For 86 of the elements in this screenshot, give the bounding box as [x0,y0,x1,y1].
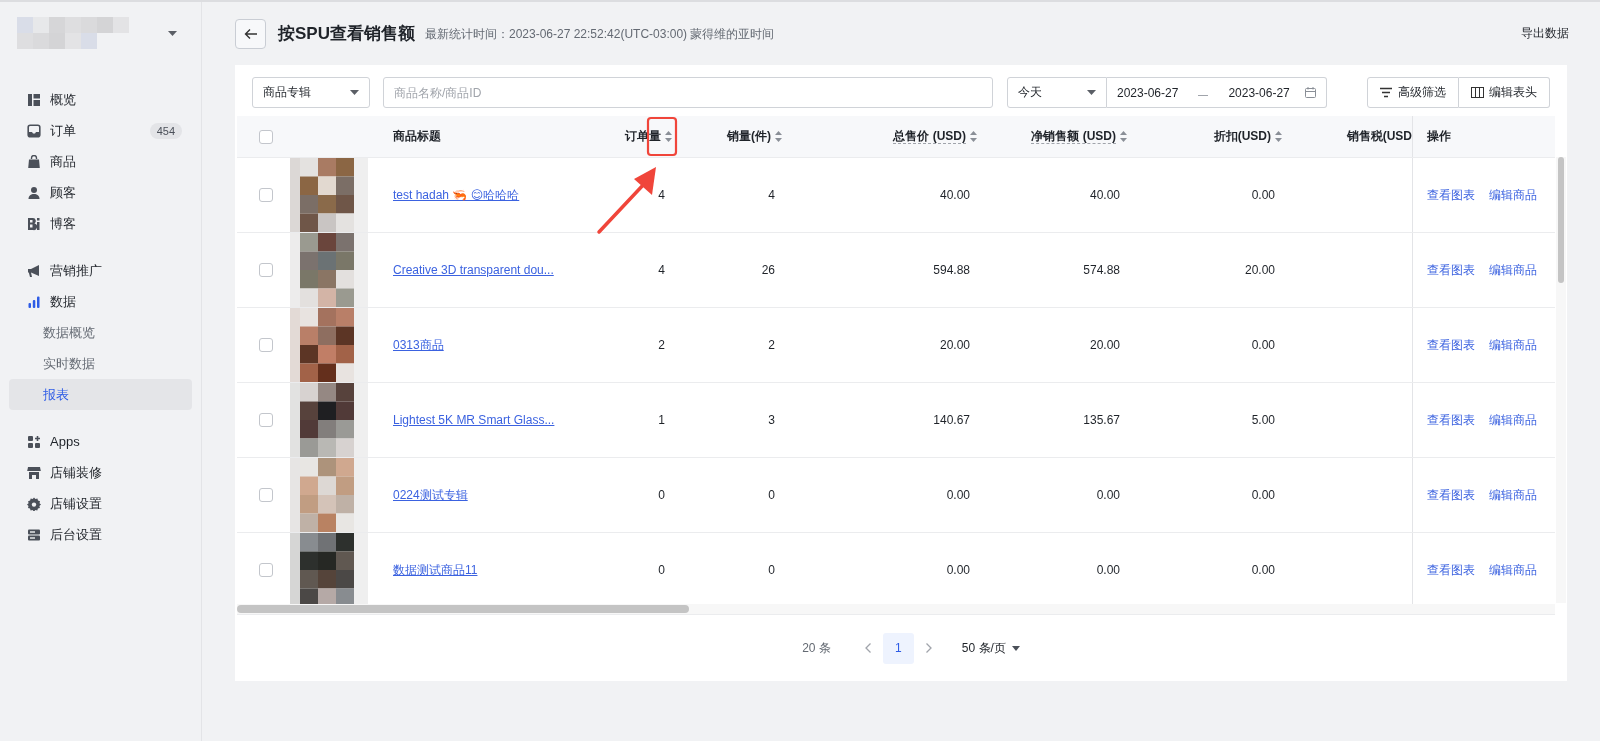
table-cell: 574.88 [1083,263,1120,277]
edit-product-link[interactable]: 编辑商品 [1489,186,1537,204]
table-cell: 140.67 [933,413,970,427]
edit-product-link[interactable]: 编辑商品 [1489,336,1537,354]
column-header: 操作 [1427,128,1451,145]
product-link[interactable]: 0313商品 [393,336,444,354]
period-select[interactable]: 今天 [1007,77,1107,108]
sidebar-item[interactable]: 博客 [9,208,192,239]
product-link[interactable]: 0224测试专辑 [393,486,468,504]
page-button[interactable]: 1 [882,632,914,664]
column-header: 销量(件) [727,128,771,145]
table-cell: 0 [768,488,775,502]
column-header: 折扣(USD) [1213,128,1271,145]
sidebar-item[interactable]: 顾客 [9,177,192,208]
page-title: 按SPU查看销售额 [278,23,415,45]
column-header: 总售价 (USD) [893,129,966,144]
sidebar-subitem[interactable]: 实时数据 [9,348,192,379]
view-chart-link[interactable]: 查看图表 [1427,186,1475,204]
product-link[interactable]: Lightest 5K MR Smart Glass... [393,413,555,427]
table-cell: 0.00 [1251,563,1275,577]
sidebar-item[interactable]: 店铺装修 [9,457,192,488]
table-cell: 4 [768,188,775,202]
table-cell: 20.00 [1089,338,1120,352]
view-chart-link[interactable]: 查看图表 [1427,411,1475,429]
view-chart-link[interactable]: 查看图表 [1427,486,1475,504]
table-cell: 0.00 [1251,338,1275,352]
table-cell: 40.00 [1089,188,1120,202]
sidebar-item[interactable]: 店铺设置 [9,488,192,519]
advanced-filter-button[interactable]: 高级筛选 [1367,77,1459,108]
table-cell: 40.00 [939,188,970,202]
end-date: 2023-06-27 [1228,85,1290,100]
table-cell: 0 [658,488,665,502]
export-button[interactable]: 导出数据 [1521,25,1569,42]
table-cell: 26 [761,263,775,277]
edit-product-link[interactable]: 编辑商品 [1489,561,1537,579]
count-badge: 454 [149,122,182,139]
column-header: 净销售额 (USD) [1031,129,1116,144]
table-cell: 0.00 [946,563,970,577]
sidebar-item[interactable]: 订单 454 [9,115,192,146]
table-cell: 20.00 [939,338,970,352]
product-link[interactable]: Creative 3D transparent dou... [393,263,554,277]
search-field[interactable]: 商品名称/商品ID [383,77,993,108]
view-chart-link[interactable]: 查看图表 [1427,561,1475,579]
last-updated-text: 最新统计时间：2023-06-27 22:52:42(UTC-03:00) 蒙得维的亚时间 [424,26,775,43]
start-date: 2023-06-27 [1117,85,1179,100]
edit-product-link[interactable]: 编辑商品 [1489,486,1537,504]
table-cell: 0.00 [1096,488,1120,502]
table-cell: 20.00 [1244,263,1275,277]
select-value: 商品专辑 [263,84,311,101]
sidebar-item[interactable]: 数据 [9,286,192,317]
sidebar-item[interactable]: 商品 [9,146,192,177]
table-cell: 0.00 [1251,188,1275,202]
date-range-field[interactable]: 2023-06-27 2023-06-27 [1107,77,1327,108]
table-cell: 0.00 [1096,563,1120,577]
category-select[interactable]: 商品专辑 [252,77,370,108]
page-size-select[interactable]: 50 条/页 [961,639,1020,657]
column-header: 销售税(USD [1346,128,1412,145]
table-cell: 2 [658,338,665,352]
sidebar-item[interactable]: 后台设置 [9,519,192,550]
view-chart-link[interactable]: 查看图表 [1427,336,1475,354]
table-cell: 594.88 [933,263,970,277]
product-link[interactable]: 数据测试商品11 [393,561,478,579]
table-cell: 0.00 [946,488,970,502]
table-cell: 4 [658,188,665,202]
table-cell: 0 [768,563,775,577]
table-cell: 2 [768,338,775,352]
product-link[interactable]: test hadah 🦐 😊哈哈哈 [393,186,520,204]
table-cell: 135.67 [1083,413,1120,427]
table-cell: 0.00 [1251,488,1275,502]
edit-product-link[interactable]: 编辑商品 [1489,411,1537,429]
sidebar-item[interactable]: 概览 [9,84,192,115]
sidebar-item[interactable]: Apps [9,426,192,457]
sidebar-subitem[interactable]: 报表 [9,379,192,410]
sidebar-item[interactable]: 营销推广 [9,255,192,286]
sidebar-subitem[interactable]: 数据概览 [9,317,192,348]
table-cell: 1 [658,413,665,427]
select-value: 今天 [1018,84,1042,101]
table-cell: 5.00 [1251,413,1275,427]
edit-columns-button[interactable]: 编辑表头 [1459,77,1550,108]
table-cell: 3 [768,413,775,427]
table-cell: 0 [658,563,665,577]
view-chart-link[interactable]: 查看图表 [1427,261,1475,279]
column-header: 商品标题 [393,128,441,145]
edit-product-link[interactable]: 编辑商品 [1489,261,1537,279]
total-count: 20 条 [802,639,831,657]
table-cell: 4 [658,263,665,277]
